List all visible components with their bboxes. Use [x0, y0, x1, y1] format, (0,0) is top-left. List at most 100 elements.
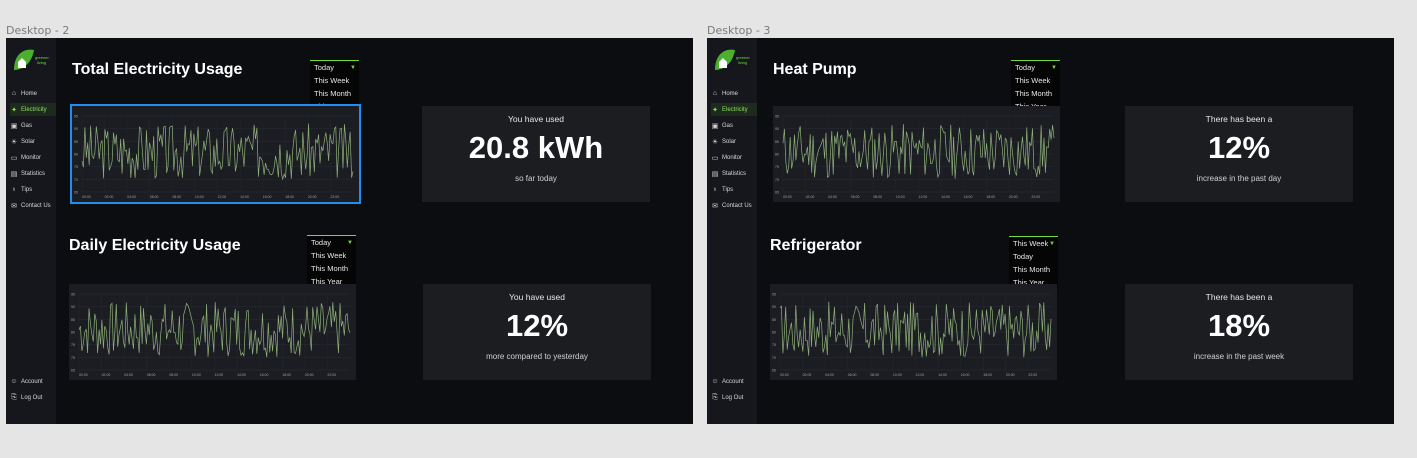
sun-icon: ☀ — [10, 138, 18, 146]
y-tick-label: 70 — [775, 178, 779, 182]
dropdown-option[interactable]: This Week — [310, 74, 359, 87]
y-tick-label: 75 — [772, 343, 776, 347]
sidebar-item-account[interactable]: ☺ Account — [711, 375, 757, 388]
sidebar-item-electricity[interactable]: ✦ Electricity — [711, 103, 757, 116]
y-tick-label: 75 — [775, 165, 779, 169]
x-tick-label: 18:00 — [983, 373, 992, 377]
bolt-icon: ✦ — [11, 106, 17, 114]
sidebar: greener living ⌂ Home ✦ Electricity ▣ Gas ☀… — [707, 38, 757, 424]
logout-icon: ⎘ — [712, 393, 718, 401]
svg-text:living: living — [37, 60, 46, 65]
x-tick-label: 04:00 — [825, 373, 834, 377]
y-tick-label: 80 — [74, 153, 78, 157]
dropdown-option-label: Today — [314, 63, 335, 72]
statistics-icon: ▤ — [711, 170, 719, 178]
stat-value: 12% — [505, 308, 569, 343]
y-tick-label: 70 — [71, 356, 75, 360]
sidebar-item-home[interactable]: ⌂ Home — [10, 87, 56, 100]
period-dropdown[interactable]: Today▼ This Week This Month This Year — [307, 235, 356, 288]
usage-chart[interactable]: 65 70 75 80 85 90 95 00:00 02:00 04:00 06:00 08:00 1… — [70, 104, 361, 204]
sidebar-item-label: Log Out — [722, 394, 744, 401]
lightbulb-icon: ♁ — [712, 186, 718, 193]
section-title: Total Electricity Usage — [72, 61, 243, 78]
x-tick-label: 18:00 — [285, 195, 294, 199]
section-title: Refrigerator — [770, 237, 862, 254]
sidebar-item-solar[interactable]: ☀ Solar — [711, 135, 757, 148]
monitor-icon: ▭ — [711, 154, 719, 162]
dropdown-option-label: This Week — [1013, 239, 1049, 248]
monitor-icon: ▭ — [10, 154, 18, 162]
sidebar-item-home[interactable]: ⌂ Home — [711, 87, 757, 100]
sidebar-item-gas[interactable]: ▣ Gas — [10, 119, 56, 132]
sidebar-item-label: Gas — [722, 122, 734, 129]
usage-stat-card: You have used 20.8 kWh so far today — [422, 106, 650, 202]
y-tick-label: 95 — [74, 115, 78, 119]
x-tick-label: 12:00 — [215, 373, 224, 377]
y-tick-label: 75 — [71, 343, 75, 347]
x-tick-label: 00:00 — [79, 373, 88, 377]
usage-chart[interactable]: 65 70 75 80 85 90 95 00:00 02:00 04:00 06:00 08:00 1… — [770, 284, 1057, 380]
y-tick-label: 75 — [74, 165, 78, 169]
mail-icon: ✉ — [11, 202, 17, 210]
y-tick-label: 80 — [775, 153, 779, 157]
sidebar-item-statistics[interactable]: ▤ Statistics — [10, 167, 56, 180]
dropdown-option[interactable]: This Week — [307, 249, 356, 262]
y-tick-label: 90 — [775, 127, 779, 131]
line-chart: 65 70 75 80 85 90 95 00:00 02:00 04:00 06:00 08:00 1… — [775, 115, 1055, 199]
sidebar-item-contact-us[interactable]: ✉ Contact Us — [711, 199, 757, 212]
usage-chart[interactable]: 65 70 75 80 85 90 95 00:00 02:00 04:00 06:00 08:00 1… — [69, 284, 356, 380]
x-tick-label: 08:00 — [870, 373, 879, 377]
sidebar-item-label: Home — [722, 90, 739, 97]
sidebar-item-account[interactable]: ☺ Account — [10, 375, 56, 388]
sidebar-item-tips[interactable]: ♁ Tips — [10, 183, 56, 196]
sidebar-item-tips[interactable]: ♁ Tips — [711, 183, 757, 196]
sidebar-item-label: Statistics — [722, 170, 747, 177]
dropdown-option[interactable]: Today ▼ — [310, 61, 359, 74]
line-chart: 65 70 75 80 85 90 95 00:00 02:00 04:00 06:00 08:00 1… — [772, 293, 1052, 377]
section-title: Daily Electricity Usage — [69, 237, 241, 254]
y-tick-label: 65 — [775, 191, 779, 195]
y-tick-label: 90 — [772, 305, 776, 309]
leaf-logo-icon: greener living — [14, 49, 49, 70]
dropdown-option[interactable]: This Week ▼ — [1009, 237, 1058, 250]
sidebar-item-electricity[interactable]: ✦ Electricity — [10, 103, 56, 116]
stat-subcaption: so far today — [515, 174, 557, 183]
x-tick-label: 22:00 — [1031, 195, 1040, 199]
x-tick-label: 02:00 — [806, 195, 815, 199]
sidebar: greener living ⌂ Home ✦ Electricity ▣ Gas ☀… — [6, 38, 56, 424]
x-tick-label: 04:00 — [828, 195, 837, 199]
period-dropdown[interactable]: This Week ▼ Today This Month This Year — [1009, 236, 1058, 289]
x-tick-label: 14:00 — [237, 373, 246, 377]
dropdown-option[interactable]: This Month — [1009, 263, 1058, 276]
usage-chart[interactable]: 65 70 75 80 85 90 95 00:00 02:00 04:00 06:00 08:00 1… — [773, 106, 1060, 202]
sidebar-item-label: Solar — [722, 138, 737, 145]
sidebar-item-log-out[interactable]: ⎘ Log Out — [711, 391, 757, 404]
sidebar-item-gas[interactable]: ▣ Gas — [711, 119, 757, 132]
sidebar-item-log-out[interactable]: ⎘ Log Out — [10, 391, 56, 404]
y-tick-label: 85 — [71, 318, 75, 322]
dropdown-option[interactable]: This Month — [310, 87, 359, 100]
dropdown-option[interactable]: This Month — [1011, 87, 1060, 100]
chevron-down-icon: ▼ — [1051, 64, 1057, 71]
sidebar-item-statistics[interactable]: ▤ Statistics — [711, 167, 757, 180]
dropdown-option[interactable]: Today — [1009, 250, 1058, 263]
sidebar-item-label: Tips — [21, 186, 33, 193]
dropdown-option[interactable]: Today ▼ — [307, 236, 356, 249]
x-tick-label: 16:00 — [961, 373, 970, 377]
sidebar-item-contact-us[interactable]: ✉ Contact Us — [10, 199, 56, 212]
x-tick-label: 16:00 — [964, 195, 973, 199]
sidebar-item-solar[interactable]: ☀ Solar — [10, 135, 56, 148]
dropdown-option[interactable]: This Month — [307, 262, 356, 275]
y-tick-label: 95 — [775, 115, 779, 119]
logout-icon: ⎘ — [11, 393, 17, 401]
home-icon: ⌂ — [11, 90, 17, 97]
statistics-icon: ▤ — [10, 170, 18, 178]
dropdown-option-label: Today — [311, 238, 332, 247]
dropdown-option[interactable]: Today ▼ — [1011, 61, 1060, 74]
sidebar-item-monitor[interactable]: ▭ Monitor — [10, 151, 56, 164]
dashboard-frame: greener living ⌂ Home ✦ Electricity ▣ Gas ☀… — [6, 38, 693, 424]
sidebar-item-label: Contact Us — [722, 202, 752, 209]
chevron-down-icon: ▼ — [347, 239, 353, 246]
dropdown-option[interactable]: This Week — [1011, 74, 1060, 87]
sidebar-item-monitor[interactable]: ▭ Monitor — [711, 151, 757, 164]
